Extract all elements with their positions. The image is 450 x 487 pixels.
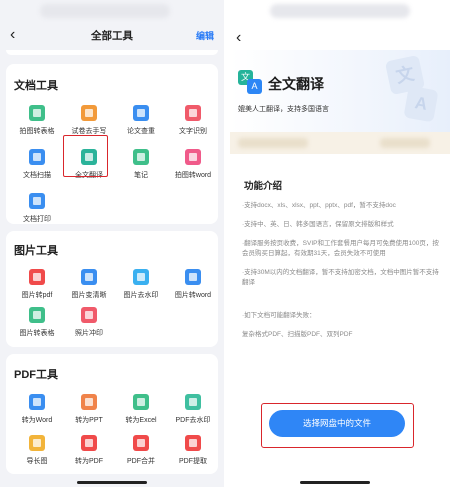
select-cloud-file-button[interactable]: 选择网盘中的文件 <box>269 410 405 437</box>
edit-button[interactable]: 编辑 <box>196 29 214 42</box>
tool-label: 图片转pdf <box>21 292 53 299</box>
tool-label: PDF合并 <box>127 458 155 465</box>
fail-list: 复杂格式PDF、扫描版PDF、双列PDF <box>242 331 353 338</box>
tool-photo-to-word[interactable]: 拍图转word <box>166 149 220 180</box>
highlight-full-translation <box>63 135 108 177</box>
export-long-image-icon <box>29 435 45 451</box>
page-title: 全部工具 <box>91 30 133 42</box>
tool-image-to-table[interactable]: 图片转表格 <box>10 307 64 338</box>
tool-label: 文档扫描 <box>23 172 51 179</box>
tool-pdf-merge[interactable]: PDF合并 <box>114 435 168 466</box>
image-to-pdf-icon <box>29 269 45 285</box>
status-bar-blurred <box>270 4 410 18</box>
status-bar-blurred <box>40 4 170 18</box>
tool-label: 论文查重 <box>127 128 155 135</box>
intro-item: ·支持中、英、日、韩多国语言，保留原文排版和样式 <box>242 221 394 228</box>
home-indicator <box>77 481 147 484</box>
tool-pdf-to-ppt[interactable]: 转为PPT <box>62 394 116 425</box>
tool-label: 导长图 <box>26 458 48 465</box>
doc-scan-icon <box>29 149 45 165</box>
tool-label: 图片去水印 <box>123 292 159 299</box>
exam-remove-handwriting-icon <box>81 105 97 121</box>
tool-label: 照片冲印 <box>75 330 103 337</box>
tool-pdf-extract[interactable]: PDF提取 <box>166 435 220 466</box>
tool-photo-to-table[interactable]: 拍图转表格 <box>10 105 64 136</box>
home-indicator <box>300 481 370 484</box>
pdf-to-word-icon <box>29 394 45 410</box>
tool-label: 图片转表格 <box>19 330 55 337</box>
thesis-check-icon <box>133 105 149 121</box>
tool-label: 文字识别 <box>179 128 207 135</box>
image-remove-watermark-icon <box>133 269 149 285</box>
tool-convert-to-pdf[interactable]: 转为PDF <box>62 435 116 466</box>
doc-tools-title: 文档工具 <box>14 80 58 92</box>
fail-title: ·如下文档可能翻译失败： <box>242 312 316 319</box>
pdf-tools-card: PDF工具 转为Word 转为PPT 转为Excel PDF去水印导长图 转为PDF PD… <box>6 354 218 474</box>
pdf-remove-watermark-icon <box>185 394 201 410</box>
doc-tools-card: 文档工具 拍图转表格 试卷去手写 论文查重 文字识别 文档扫描 全文翻译 笔记 拍图转word… <box>6 64 218 224</box>
screenshot-root: ‹ 全部工具 编辑 文档工具 拍图转表格 试卷去手写论文查重 文字识别文档扫描 全文翻… <box>0 0 450 487</box>
intro-item: ·支持docx、xls、xlsx、ppt、pptx、pdf，暂不支持doc <box>242 202 396 209</box>
pdf-to-ppt-icon <box>81 394 97 410</box>
tool-label: 转为Excel <box>125 417 157 424</box>
tool-thesis-check[interactable]: 论文查重 <box>114 105 168 136</box>
intro-item: ·翻译服务按页收费，SVIP和工作套餐用户每月可免费使用100页，按会员购买日算… <box>242 240 439 257</box>
image-to-table-icon <box>29 307 45 323</box>
tool-pdf-to-word[interactable]: 转为Word <box>10 394 64 425</box>
tool-doc-scan[interactable]: 文档扫描 <box>10 149 64 180</box>
tool-image-to-pdf[interactable]: 图片转pdf <box>10 269 64 300</box>
tool-text-recognition[interactable]: 文字识别 <box>166 105 220 136</box>
feature-intro-title: 功能介绍 <box>244 181 283 192</box>
blurred-banner <box>230 132 450 154</box>
previous-card-edge <box>6 50 218 55</box>
text-recognition-icon <box>185 105 201 121</box>
back-icon[interactable]: ‹ <box>236 30 241 46</box>
tool-label: 拍图转word <box>174 172 212 179</box>
tool-label: 拍图转表格 <box>19 128 55 135</box>
photo-print-icon <box>81 307 97 323</box>
convert-to-pdf-icon <box>81 435 97 451</box>
tool-label: 转为Word <box>21 417 53 424</box>
tool-label: 文档打印 <box>23 216 51 223</box>
photo-to-word-icon <box>185 149 201 165</box>
tool-photo-print[interactable]: 照片冲印 <box>62 307 116 338</box>
intro-item: ·支持30M以内的文档翻译，暂不支持加密文档，文档中图片暂不支持翻译 <box>242 269 439 286</box>
tool-export-long-image[interactable]: 导长图 <box>10 435 64 466</box>
tool-image-remove-watermark[interactable]: 图片去水印 <box>114 269 168 300</box>
all-tools-screen: ‹ 全部工具 编辑 文档工具 拍图转表格 试卷去手写 论文查重 文字识别 文档扫描 全文翻… <box>0 0 224 487</box>
tool-label: 图片转word <box>174 292 212 299</box>
translate-icon: 文 A <box>238 70 262 94</box>
tool-label: PDF去水印 <box>175 417 211 424</box>
image-to-word-icon <box>185 269 201 285</box>
feature-title: 全文翻译 <box>268 76 324 92</box>
doc-print-icon <box>29 193 45 209</box>
feature-subtitle: 媲美人工翻译，支持多国语言 <box>238 106 329 113</box>
tool-label: 图片变清晰 <box>71 292 107 299</box>
tool-label: PDF提取 <box>179 458 207 465</box>
pdf-merge-icon <box>133 435 149 451</box>
tool-doc-print[interactable]: 文档打印 <box>10 193 64 224</box>
deco-letter-icon: A <box>403 85 439 123</box>
image-tools-card: 图片工具 图片转pdf 图片变清晰 图片去水印 图片转word 图片转表格 照片冲印 <box>6 231 218 347</box>
tool-label: 笔记 <box>134 172 148 179</box>
hero-banner: 文 A <box>230 50 450 136</box>
pdf-to-excel-icon <box>133 394 149 410</box>
tool-notes[interactable]: 笔记 <box>114 149 168 180</box>
tool-label: 转为PDF <box>75 458 103 465</box>
notes-icon <box>133 149 149 165</box>
tool-image-to-word[interactable]: 图片转word <box>166 269 220 300</box>
tool-pdf-to-excel[interactable]: 转为Excel <box>114 394 168 425</box>
tool-image-enhance[interactable]: 图片变清晰 <box>62 269 116 300</box>
pdf-extract-icon <box>185 435 201 451</box>
photo-to-table-icon <box>29 105 45 121</box>
all-tools-header: ‹ 全部工具 编辑 <box>0 22 224 48</box>
tool-exam-remove-handwriting[interactable]: 试卷去手写 <box>62 105 116 136</box>
tool-pdf-remove-watermark[interactable]: PDF去水印 <box>166 394 220 425</box>
pdf-tools-title: PDF工具 <box>14 369 58 381</box>
image-enhance-icon <box>81 269 97 285</box>
tool-label: 转为PPT <box>75 417 103 424</box>
image-tools-title: 图片工具 <box>14 245 58 257</box>
